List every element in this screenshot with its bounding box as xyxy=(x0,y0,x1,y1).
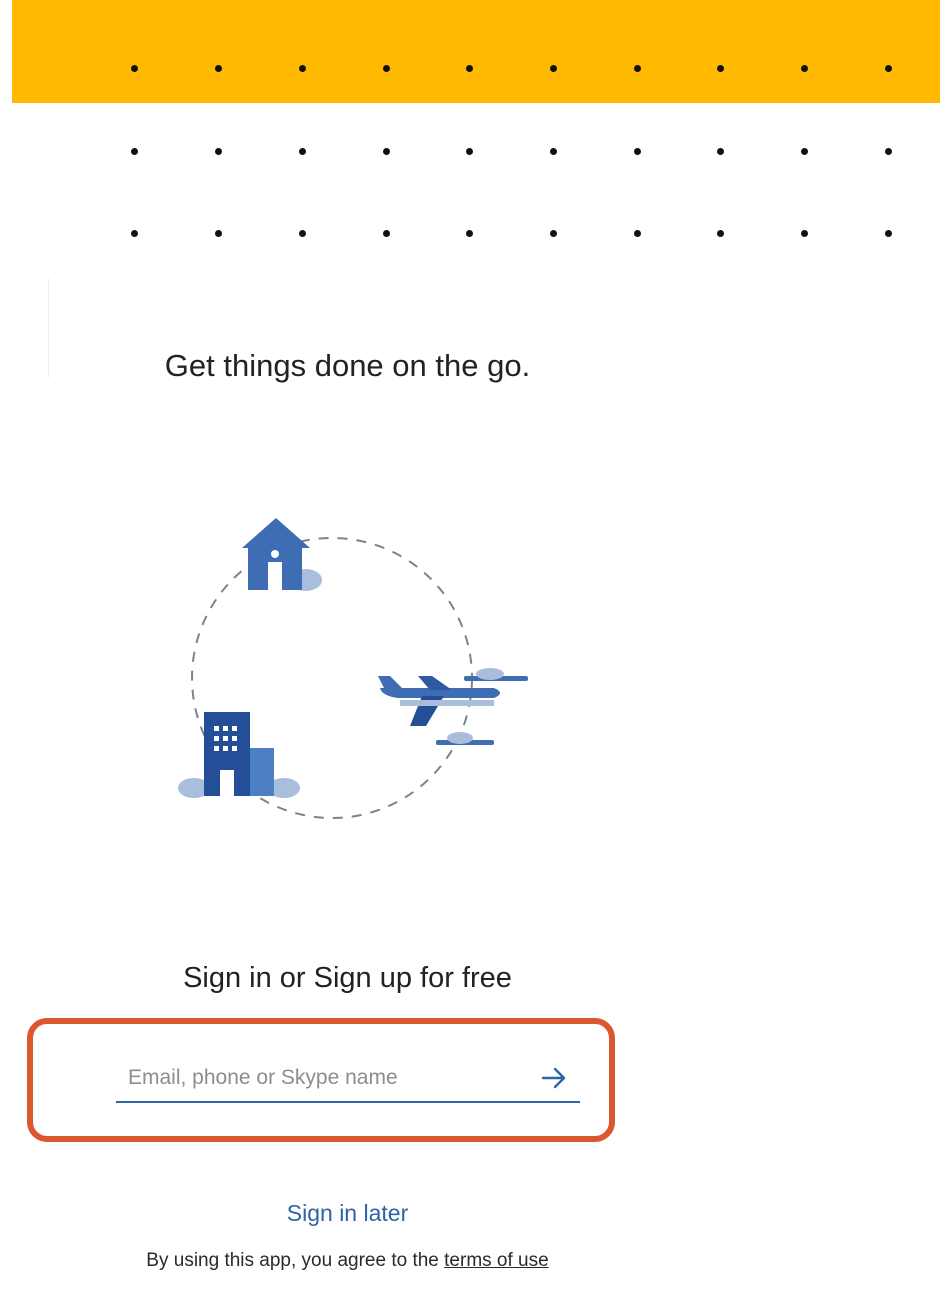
sign-in-later-link[interactable]: Sign in later xyxy=(0,1200,695,1227)
decorative-dot xyxy=(634,65,641,72)
decorative-dot xyxy=(801,230,808,237)
cloud-icon xyxy=(436,668,528,745)
decorative-dot xyxy=(717,148,724,155)
airplane-icon xyxy=(378,676,500,726)
decorative-dot xyxy=(131,65,138,72)
decorative-dot xyxy=(634,148,641,155)
decorative-dot xyxy=(885,65,892,72)
terms-of-use-link[interactable]: terms of use xyxy=(444,1250,549,1271)
decorative-dot xyxy=(885,230,892,237)
decorative-dot xyxy=(801,148,808,155)
home-icon xyxy=(242,518,322,591)
signin-title: Sign in or Sign up for free xyxy=(183,962,512,994)
email-phone-skype-input[interactable] xyxy=(116,1058,534,1098)
decorative-dot xyxy=(885,148,892,155)
terms-notice: By using this app, you agree to the term… xyxy=(0,1250,695,1272)
signin-input-row xyxy=(116,1055,580,1103)
decorative-dot xyxy=(634,230,641,237)
decorative-dot xyxy=(299,65,306,72)
travel-illustration xyxy=(178,518,528,819)
tagline: Get things done on the go. xyxy=(164,348,531,383)
header-banner xyxy=(12,0,940,103)
office-building-icon xyxy=(178,712,300,798)
decorative-dot xyxy=(550,65,557,72)
decorative-dot xyxy=(383,230,390,237)
decorative-dot xyxy=(215,230,222,237)
terms-notice-text: By using this app, you agree to the xyxy=(146,1250,445,1271)
decorative-dot xyxy=(299,230,306,237)
decorative-dot xyxy=(717,230,724,237)
decorative-dot xyxy=(215,65,222,72)
arrow-right-icon xyxy=(541,1067,566,1089)
decorative-dot xyxy=(215,148,222,155)
decorative-dot xyxy=(550,148,557,155)
next-button[interactable] xyxy=(534,1058,574,1098)
decorative-dot xyxy=(801,65,808,72)
decorative-dot xyxy=(299,148,306,155)
decorative-dot xyxy=(466,148,473,155)
decorative-dot xyxy=(383,65,390,72)
decorative-dot xyxy=(383,148,390,155)
decorative-dot xyxy=(550,230,557,237)
decorative-dot xyxy=(131,230,138,237)
signin-screen: Get things done on the go. Sign in or Si… xyxy=(0,0,940,1289)
decorative-dot xyxy=(466,230,473,237)
decorative-dot xyxy=(717,65,724,72)
decorative-dot xyxy=(131,148,138,155)
decorative-dot xyxy=(466,65,473,72)
